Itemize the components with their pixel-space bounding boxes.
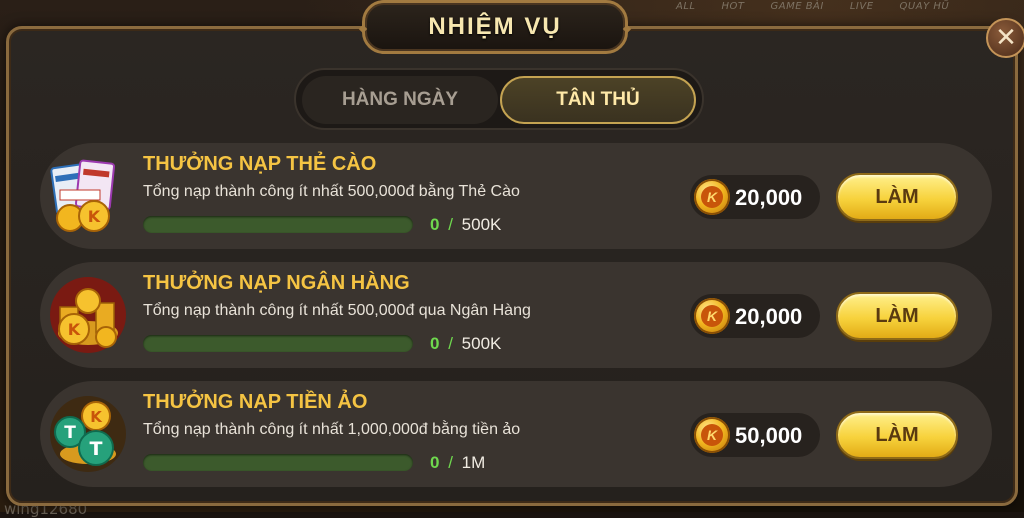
dialog-title: NHIỆM VỤ [428,13,562,40]
tab-daily[interactable]: HÀNG NGÀY [302,76,498,124]
progress-total: 500K [461,334,502,353]
close-button[interactable]: ✕ [986,18,1024,58]
svg-text:K: K [68,320,81,339]
nav-hot: HOT [721,1,745,12]
progress-text: 0 / 1M [430,453,485,473]
nav-quay-hu: QUAY HŨ [899,1,950,12]
quest-item: K T T THƯỞNG NẠP TIỀN ẢO Tổng nạp thành … [40,381,992,487]
nav-game-bai: GAME BÀI [770,1,824,12]
progress-total: 500K [461,215,502,234]
svg-text:K: K [88,207,101,226]
progress-total: 1M [461,453,486,472]
background-nav: ALL HOT GAME BÀI LIVE QUAY HŨ [676,0,975,16]
quest-title: THƯỞNG NẠP THẺ CÀO [143,153,377,175]
progress-current: 0 [430,334,440,353]
nav-all: ALL [676,1,696,12]
reward-pill: K 20,000 [690,294,820,338]
progress-separator: / [448,453,453,472]
progress-bar [143,216,413,233]
gold-coins-icon: K [48,275,128,355]
svg-text:K: K [90,408,103,426]
quest-description: Tổng nạp thành công ít nhất 500,000đ qua… [143,302,531,319]
reward-pill: K 20,000 [690,175,820,219]
do-quest-button[interactable]: LÀM [836,411,958,459]
progress-text: 0 / 500K [430,334,501,354]
tab-switcher: HÀNG NGÀY TÂN THỦ [294,68,704,130]
title-plate: NHIỆM VỤ [358,0,632,54]
do-quest-button[interactable]: LÀM [836,292,958,340]
quest-description: Tổng nạp thành công ít nhất 1,000,000đ b… [143,421,521,438]
reward-amount: 20,000 [735,304,803,329]
coin-icon: K [694,298,730,334]
quest-title: THƯỞNG NẠP NGÂN HÀNG [143,272,410,294]
crypto-coins-icon: K T T [48,394,128,474]
reward-amount: 20,000 [735,185,803,210]
progress-text: 0 / 500K [430,215,501,235]
scratch-card-icon: K [48,156,128,236]
progress-bar [143,454,413,471]
coin-icon: K [694,179,730,215]
progress-current: 0 [430,453,440,472]
progress-bar [143,335,413,352]
tab-newbie[interactable]: TÂN THỦ [500,76,696,124]
quest-item: K THƯỞNG NẠP NGÂN HÀNG Tổng nạp thành cô… [40,262,992,368]
svg-text:T: T [90,438,103,460]
progress-separator: / [448,215,453,234]
reward-pill: K 50,000 [690,413,820,457]
coin-icon: K [694,417,730,453]
close-icon: ✕ [995,22,1017,52]
nav-live: LIVE [849,1,874,12]
quest-description: Tổng nạp thành công ít nhất 500,000đ bằn… [143,183,520,200]
svg-text:T: T [64,423,76,443]
quest-item: K THƯỞNG NẠP THẺ CÀO Tổng nạp thành công… [40,143,992,249]
do-quest-button[interactable]: LÀM [836,173,958,221]
progress-current: 0 [430,215,440,234]
reward-amount: 50,000 [735,423,803,448]
progress-separator: / [448,334,453,353]
quest-title: THƯỞNG NẠP TIỀN ẢO [143,391,368,413]
